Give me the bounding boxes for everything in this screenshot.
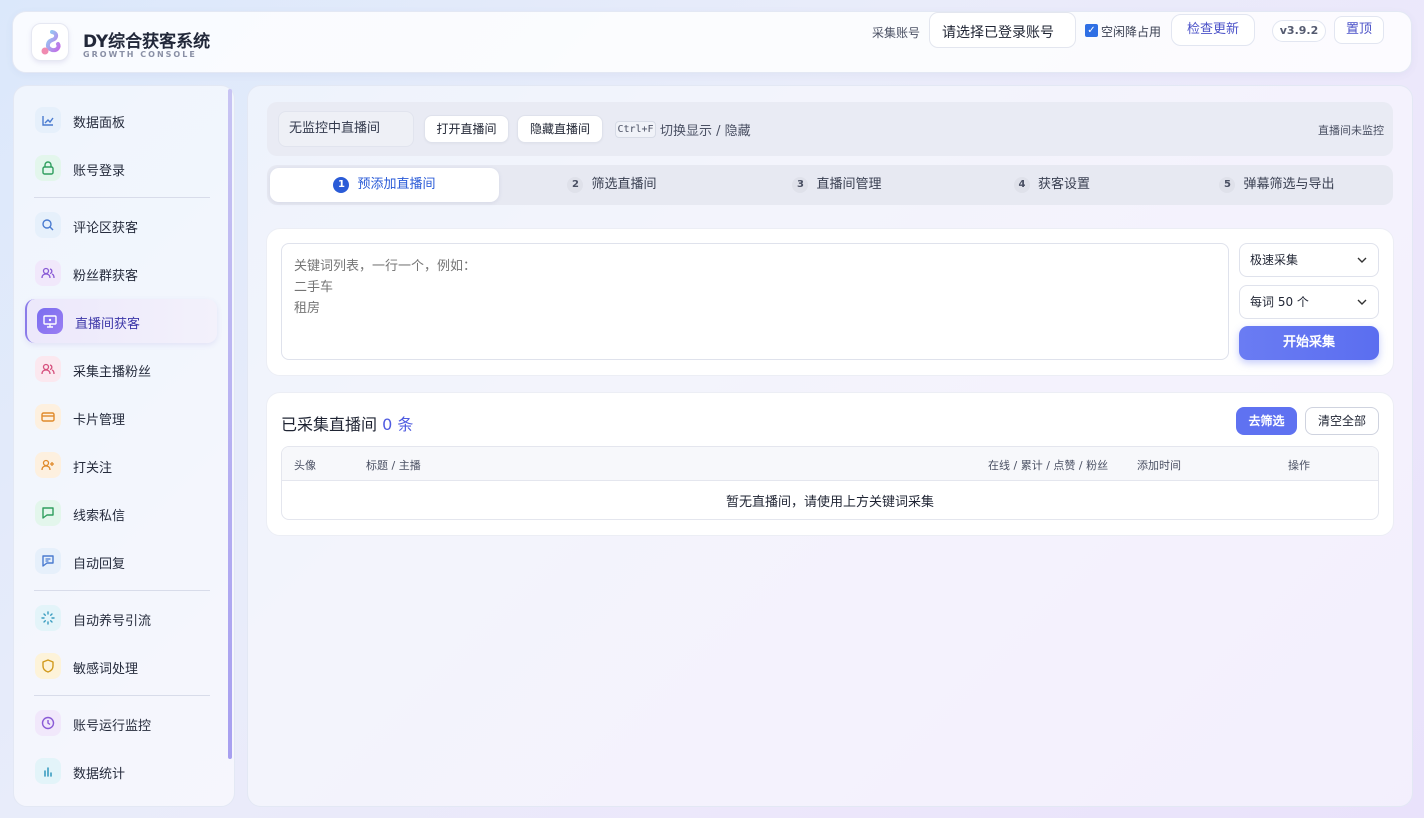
sidebar-item-cards[interactable]: 卡片管理 [25,395,217,439]
sidebar-item-dm[interactable]: 线索私信 [25,491,217,535]
sidebar-item-fan-group[interactable]: 粉丝群获客 [25,251,217,295]
sidebar-item-auto-reply[interactable]: 自动回复 [25,539,217,583]
message-icon [35,500,61,526]
collect-mode-select[interactable]: 极速采集 [1239,243,1379,277]
shortcut-hint: 切换显示 / 隐藏 [660,124,751,139]
sidebar-item-anchor-fans[interactable]: 采集主播粉丝 [25,347,217,391]
sidebar-item-label: 线索私信 [73,509,126,524]
sidebar-item-label: 卡片管理 [73,413,126,428]
sidebar-item-label: 数据面板 [73,116,126,131]
monitor-right-status: 直播间未监控 [1318,124,1384,137]
column-header: 添加时间 [1137,459,1181,472]
step-tabs: 1 预添加直播间 2 筛选直播间 3 直播间管理 4 获客设置 5 弹幕筛选与导出 [267,165,1393,205]
sidebar-item-label: 粉丝群获客 [73,269,139,284]
clear-all-button[interactable]: 清空全部 [1305,407,1379,435]
sidebar-item-stats[interactable]: 数据统计 [25,749,217,793]
open-live-button[interactable]: 打开直播间 [424,115,509,143]
sidebar-item-monitor[interactable]: 账号运行监控 [25,701,217,745]
search-icon [35,212,61,238]
shortcut-key: Ctrl+F [615,121,656,138]
app-logo [31,23,69,61]
check-update-button[interactable]: 检查更新 [1171,14,1255,46]
sidebar-item-label: 敏感词处理 [73,662,139,677]
reply-icon [35,548,61,574]
clock-icon [35,710,61,736]
users-icon [35,260,61,286]
tab-step-3[interactable]: 3 直播间管理 [732,168,942,202]
loader-icon [35,605,61,631]
keywords-textarea[interactable] [281,243,1229,360]
sidebar-item-live[interactable]: 直播间获客 [25,299,217,343]
empty-message: 暂无直播间，请使用上方关键词采集 [725,495,934,510]
sidebar-item-comment[interactable]: 评论区获客 [25,203,217,247]
live-rooms-table: 头像 标题 / 主播 在线 / 累计 / 点赞 / 粉丝 添加时间 操作 暂无直… [281,446,1379,520]
column-header: 头像 [294,459,316,472]
users-icon [35,356,61,382]
hide-live-button[interactable]: 隐藏直播间 [517,115,603,143]
chevron-down-icon [1356,286,1368,330]
bar-chart-icon [35,758,61,784]
sidebar-item-label: 自动养号引流 [73,614,152,629]
collected-title: 已采集直播间 0 条 [281,415,414,434]
monitor-status: 无监控中直播间 [278,111,414,147]
lock-icon [35,155,61,181]
card-icon [35,404,61,430]
column-header: 在线 / 累计 / 点赞 / 粉丝 [988,459,1109,472]
app-title: DY综合获客系统 [83,32,211,52]
collected-count: 0 条 [382,415,414,434]
sidebar-item-label: 采集主播粉丝 [73,365,152,380]
version-badge: v3.9.2 [1272,20,1326,42]
tab-step-2[interactable]: 2 筛选直播间 [507,168,717,202]
sidebar-divider [34,590,210,591]
start-collect-button[interactable]: 开始采集 [1239,326,1379,360]
app-subtitle: GROWTH CONSOLE [83,50,197,59]
sidebar-item-nurture[interactable]: 自动养号引流 [25,596,217,640]
pin-top-button[interactable]: 置顶 [1334,16,1384,44]
sidebar: 数据面板 账号登录 评论区获客 粉丝群获客 直播间获客 采集主播粉丝 卡片管理 … [13,85,235,807]
account-select[interactable]: 请选择已登录账号 [929,12,1076,48]
sidebar-scrollbar[interactable] [228,89,232,759]
tab-step-4[interactable]: 4 获客设置 [947,168,1157,202]
monitor-icon [37,308,63,334]
sidebar-item-login[interactable]: 账号登录 [25,146,217,190]
go-filter-button[interactable]: 去筛选 [1236,407,1297,435]
sidebar-item-label: 打关注 [73,461,113,476]
sidebar-divider [34,695,210,696]
chart-line-icon [35,107,61,133]
sidebar-item-label: 账号登录 [73,164,126,179]
column-header: 操作 [1288,459,1310,472]
sidebar-item-label: 数据统计 [73,767,126,782]
column-header: 标题 / 主播 [366,459,421,472]
table-header: 头像 标题 / 主播 在线 / 累计 / 点赞 / 粉丝 添加时间 操作 [282,447,1378,481]
sidebar-item-label: 账号运行监控 [73,719,152,734]
idle-checkbox[interactable]: ✓ [1085,24,1098,37]
sidebar-item-label: 评论区获客 [73,221,139,236]
account-label: 采集账号 [872,26,921,40]
sidebar-divider [34,197,210,198]
sidebar-item-follow[interactable]: 打关注 [25,443,217,487]
per-word-select[interactable]: 每词 50 个 [1239,285,1379,319]
user-plus-icon [35,452,61,478]
idle-label: 空闲降占用 [1101,25,1162,39]
sidebar-item-sensitive[interactable]: 敏感词处理 [25,644,217,688]
sidebar-item-label: 自动回复 [73,557,126,572]
tab-step-1[interactable]: 1 预添加直播间 [270,168,499,202]
sidebar-item-label: 直播间获客 [75,317,141,332]
chevron-down-icon [1356,244,1368,288]
shield-icon [35,653,61,679]
tab-step-5[interactable]: 5 弹幕筛选与导出 [1172,168,1382,202]
sidebar-item-dashboard[interactable]: 数据面板 [25,98,217,142]
